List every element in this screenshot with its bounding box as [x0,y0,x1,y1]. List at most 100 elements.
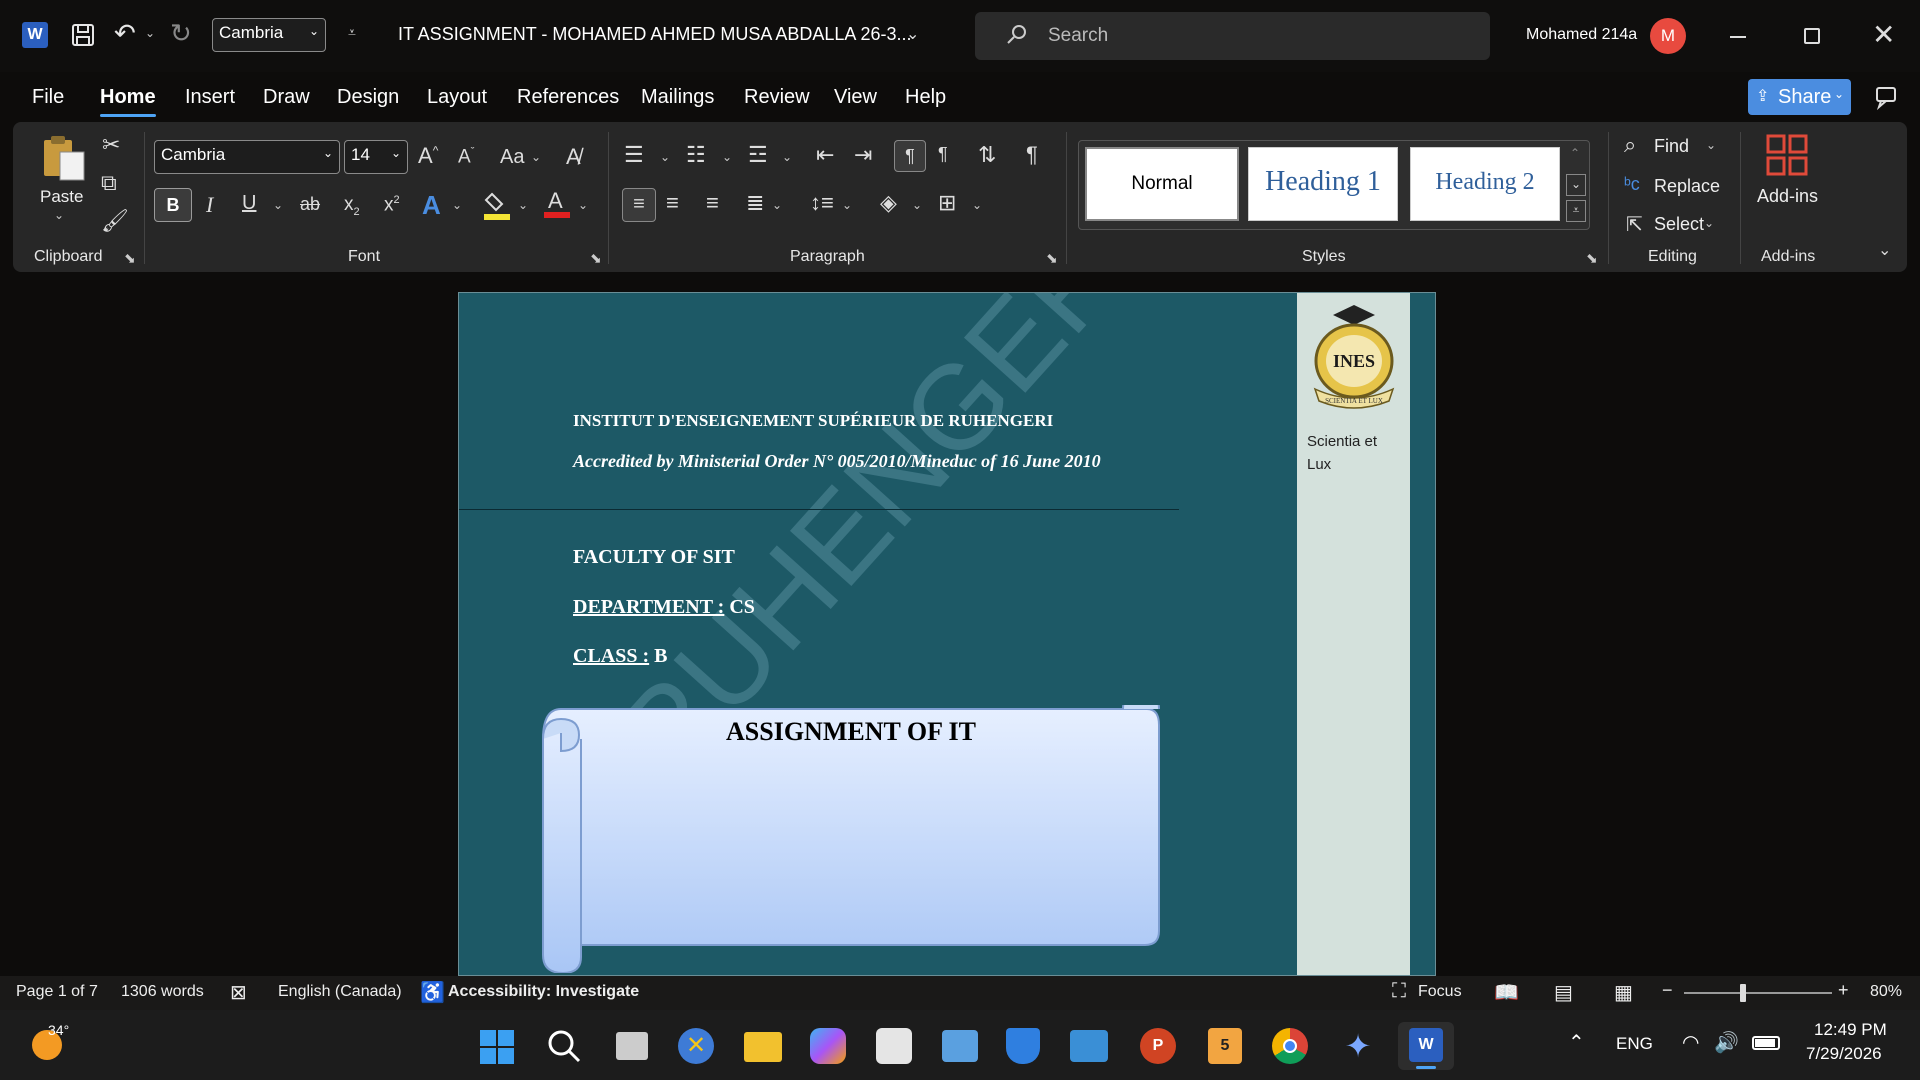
chevron-down-icon[interactable]: ⌄ [772,198,782,212]
grow-font-icon[interactable]: A^ [418,143,438,169]
justify-icon[interactable]: ≣ [746,190,764,216]
powerpoint-icon[interactable]: P [1140,1028,1176,1064]
menu-review[interactable]: Review [744,86,810,109]
align-left-button[interactable]: ≡ [622,188,656,222]
minimize-icon[interactable] [1730,36,1746,38]
chevron-down-icon[interactable]: ⌄ [972,198,982,212]
weather-temp[interactable]: 34° [48,1022,69,1038]
add-ins-icon[interactable] [1766,134,1808,181]
font-name-select[interactable]: Cambria ⌄ [154,140,340,174]
bullets-icon[interactable]: ☰ [624,142,644,168]
italic-icon[interactable]: I [206,192,213,218]
file-explorer-icon[interactable] [744,1032,782,1062]
ltr-direction-button[interactable]: ¶ [894,140,926,172]
zoom-slider[interactable] [1684,984,1832,1002]
chevron-down-icon[interactable]: ⌄ [518,198,528,212]
paste-icon[interactable] [40,134,88,189]
read-mode-icon[interactable]: 📖 [1494,980,1519,1005]
avatar[interactable]: M [1650,18,1686,54]
department-line[interactable]: DEPARTMENT : CS [573,596,755,619]
find-button[interactable]: Find [1654,136,1689,157]
menu-layout[interactable]: Layout [427,86,487,109]
underline-icon[interactable]: U [242,192,256,215]
photos-icon[interactable] [1070,1030,1108,1062]
chevron-down-icon[interactable]: ⌄ [452,198,462,212]
numbering-icon[interactable]: ☷ [686,142,706,168]
store-icon[interactable] [876,1028,912,1064]
user-name[interactable]: Mohamed 214a [1526,26,1637,44]
search-icon[interactable] [546,1028,582,1069]
find-icon[interactable]: ⌕ [1624,132,1636,158]
share-button[interactable]: ⇪ Share ⌄ [1748,79,1851,115]
font-size-select[interactable]: 14 ⌄ [344,140,408,174]
accessibility-status[interactable]: Accessibility: Investigate [448,983,639,1001]
chevron-down-icon[interactable]: ⌄ [722,150,732,164]
replace-icon[interactable]: ᵇc [1624,174,1640,195]
paragraph-launcher-icon[interactable]: ⬊ [1046,250,1058,267]
style-heading-2[interactable]: Heading 2 [1410,147,1560,221]
style-heading-1[interactable]: Heading 1 [1248,147,1398,221]
print-layout-icon[interactable]: ▤ [1554,980,1573,1005]
motto-line-1[interactable]: Scientia et [1307,433,1377,450]
font-color-icon[interactable]: A [544,188,570,225]
restore-icon[interactable] [1804,28,1820,44]
change-case-button[interactable]: Aa [500,146,524,169]
select-button[interactable]: Select [1654,214,1704,235]
zoom-level[interactable]: 80% [1870,983,1902,1001]
text-effects-icon[interactable]: A [422,190,441,221]
zoom-slider-thumb[interactable] [1740,984,1746,1002]
task-view-icon[interactable] [616,1032,648,1060]
menu-references[interactable]: References [517,86,619,109]
chevron-down-icon[interactable]: ⌄ [578,198,588,212]
close-icon[interactable]: ✕ [1872,18,1895,51]
clock-date[interactable]: 7/29/2026 [1806,1044,1882,1064]
remote-desktop-icon[interactable] [942,1030,978,1062]
wifi-icon[interactable]: ◠ [1682,1030,1699,1055]
proofing-icon[interactable]: ⊠ [230,980,247,1005]
sublime-icon[interactable]: 5 [1208,1028,1242,1064]
clear-formatting-icon[interactable]: A̸ [566,144,581,170]
shading-icon[interactable]: ◈ [880,190,897,216]
decrease-indent-icon[interactable]: ⇤ [816,142,834,168]
menu-insert[interactable]: Insert [185,86,235,109]
chrome-icon[interactable] [1272,1028,1308,1064]
focus-button[interactable]: Focus [1418,983,1462,1001]
comments-icon[interactable] [1874,84,1900,115]
add-ins-label[interactable]: Add-ins [1757,186,1818,207]
font-launcher-icon[interactable]: ⬊ [590,250,602,267]
faculty-line[interactable]: FACULTY OF SIT [573,546,735,569]
styles-more-icon[interactable]: ⩡ [1566,200,1586,222]
word-app-icon[interactable]: W [22,22,48,48]
accessibility-icon[interactable]: ♿ [420,980,445,1005]
search-box[interactable]: Search [975,12,1490,60]
input-language[interactable]: ENG [1616,1034,1653,1054]
replace-button[interactable]: Replace [1654,176,1720,197]
sort-icon[interactable]: ⇅ [978,142,996,168]
volume-icon[interactable]: 🔊 [1714,1030,1739,1055]
gemini-icon[interactable]: ✦ [1340,1028,1376,1064]
menu-home[interactable]: Home [100,86,156,109]
menu-help[interactable]: Help [905,86,946,109]
web-layout-icon[interactable]: ▦ [1614,980,1633,1005]
show-hidden-icons[interactable]: ⌃ [1568,1030,1585,1055]
chevron-down-icon[interactable]: ⌄ [1704,216,1714,230]
select-cursor-icon[interactable]: ⇱ [1626,212,1643,237]
paste-dropdown-icon[interactable]: ⌄ [54,208,64,222]
clipboard-launcher-icon[interactable]: ⬊ [124,250,136,267]
undo-icon[interactable]: ↶ [114,20,136,46]
word-taskbar-icon[interactable]: W [1398,1022,1454,1070]
chevron-down-icon[interactable]: ⌄ [660,150,670,164]
subscript-icon[interactable]: x2 [344,194,360,218]
strikethrough-icon[interactable]: ab [300,194,320,215]
motto-line-2[interactable]: Lux [1307,456,1331,473]
start-icon[interactable] [480,1030,514,1064]
xbox-icon[interactable]: ✕ [678,1028,714,1064]
document-page[interactable]: RUHENGERI INSTITUT D'ENSEIGNEMENT SUPÉRI… [458,292,1436,976]
chevron-down-icon[interactable]: ⌄ [1706,138,1716,152]
chevron-down-icon[interactable]: ⌄ [842,198,852,212]
bold-button[interactable]: B [154,188,192,222]
document-title[interactable]: IT ASSIGNMENT - MOHAMED AHMED MUSA ABDAL… [398,24,911,45]
institute-name[interactable]: INSTITUT D'ENSEIGNEMENT SUPÉRIEUR DE RUH… [573,411,1053,431]
line-spacing-icon[interactable]: ↕≡ [810,190,834,216]
chevron-down-icon[interactable]: ⌄ [273,198,283,212]
